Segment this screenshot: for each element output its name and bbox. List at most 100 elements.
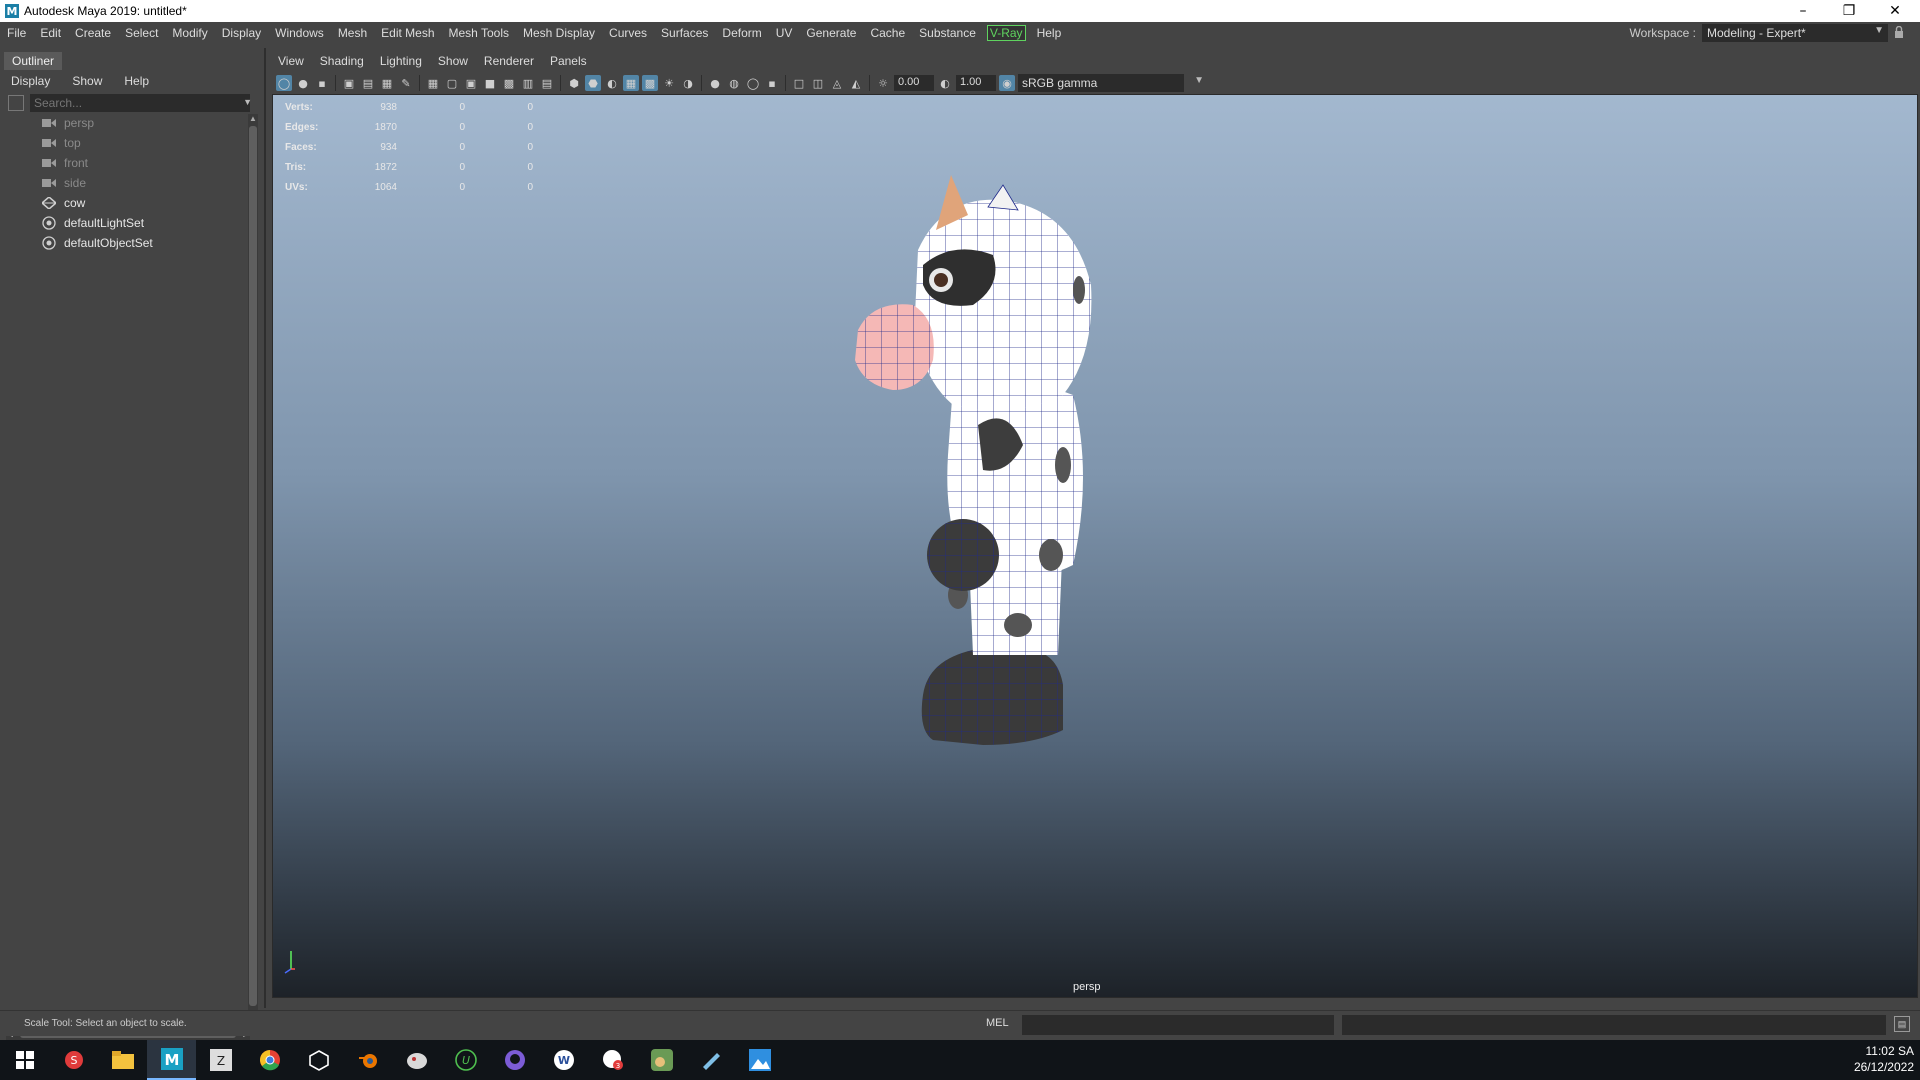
shadows-icon[interactable]: ◑	[680, 75, 696, 91]
viewport-menu-shading[interactable]: Shading	[312, 52, 372, 70]
taskbar-app-github[interactable]	[490, 1040, 539, 1080]
menu-edit-mesh[interactable]: Edit Mesh	[374, 26, 441, 40]
taskbar-app-guitar[interactable]	[637, 1040, 686, 1080]
viewport-menu-view[interactable]: View	[270, 52, 312, 70]
menu-create[interactable]: Create	[68, 26, 118, 40]
two-d-pan-icon[interactable]: ▦	[379, 75, 395, 91]
resolution-gate-icon[interactable]: ▣	[463, 75, 479, 91]
mel-command-input[interactable]	[1022, 1015, 1334, 1035]
isolate-select-icon[interactable]: □	[791, 75, 807, 91]
outliner-menu-display[interactable]: Display	[0, 72, 61, 90]
outliner-menu-help[interactable]: Help	[113, 72, 160, 90]
viewport-menu-renderer[interactable]: Renderer	[476, 52, 542, 70]
outliner-node-persp[interactable]: persp	[6, 114, 94, 132]
ambient-occlusion-icon[interactable]: ●	[707, 75, 723, 91]
script-editor-icon[interactable]: ▤	[1894, 1016, 1910, 1032]
anti-aliasing-icon[interactable]: ◯	[745, 75, 761, 91]
menu-generate[interactable]: Generate	[799, 26, 863, 40]
xray-joints-icon[interactable]: ◬	[829, 75, 845, 91]
gamma-icon[interactable]: ◐	[937, 75, 953, 91]
textured-icon[interactable]: ▩	[642, 75, 658, 91]
taskbar-app-maya[interactable]: M	[147, 1040, 196, 1080]
viewport-menu-lighting[interactable]: Lighting	[372, 52, 430, 70]
menu-uv[interactable]: UV	[769, 26, 800, 40]
lights-icon[interactable]: ☀	[661, 75, 677, 91]
menu-surfaces[interactable]: Surfaces	[654, 26, 715, 40]
taskbar-app-photos[interactable]	[735, 1040, 784, 1080]
exposure-icon[interactable]: ☼	[875, 75, 891, 91]
taskbar-app-word[interactable]: W	[539, 1040, 588, 1080]
viewport-menu-show[interactable]: Show	[430, 52, 476, 70]
motion-blur-icon[interactable]: ◍	[726, 75, 742, 91]
camera-attributes-icon[interactable]: ▣	[341, 75, 357, 91]
outliner-node-side[interactable]: side	[6, 174, 86, 192]
menu-mesh-display[interactable]: Mesh Display	[516, 26, 602, 40]
color-management-icon[interactable]: ◉	[999, 75, 1015, 91]
taskbar-app-notes[interactable]	[686, 1040, 735, 1080]
taskbar-app-chrome[interactable]	[245, 1040, 294, 1080]
taskbar-app-upwork[interactable]: U	[441, 1040, 490, 1080]
taskbar-app-messenger[interactable]: 3	[588, 1040, 637, 1080]
outliner-tab[interactable]: Outliner	[4, 52, 63, 70]
workspace-dropdown[interactable]: Modeling - Expert* ▼	[1702, 24, 1888, 42]
xray-icon[interactable]: ◫	[810, 75, 826, 91]
smooth-shade-icon[interactable]: ⬣	[585, 75, 601, 91]
safe-title-icon[interactable]: ▤	[539, 75, 555, 91]
scrollbar-thumb[interactable]	[249, 126, 257, 1006]
depth-of-field-icon[interactable]: ▪	[764, 75, 780, 91]
taskbar-app-substance[interactable]: S	[49, 1040, 98, 1080]
wireframe-icon[interactable]: ⬢	[566, 75, 582, 91]
menu-vray[interactable]: V-Ray	[986, 25, 1026, 41]
menu-edit[interactable]: Edit	[33, 26, 68, 40]
menu-select[interactable]: Select	[118, 26, 165, 40]
select-camera-icon[interactable]: ◯	[276, 75, 292, 91]
color-space-dropdown[interactable]: sRGB gamma ▼	[1018, 74, 1204, 92]
outliner-node-defaultobjectset[interactable]: defaultObjectSet	[6, 234, 153, 252]
outliner-node-defaultlightset[interactable]: defaultLightSet	[6, 214, 144, 232]
xray-components-icon[interactable]: ◭	[848, 75, 864, 91]
outliner-menu-show[interactable]: Show	[61, 72, 113, 90]
exposure-field[interactable]: 0.00	[894, 75, 934, 91]
film-gate-icon[interactable]: ▢	[444, 75, 460, 91]
taskbar-app-marmoset[interactable]	[392, 1040, 441, 1080]
menu-modify[interactable]: Modify	[165, 26, 214, 40]
mel-toggle-button[interactable]: MEL	[986, 1017, 1009, 1029]
gamma-field[interactable]: 1.00	[956, 75, 996, 91]
taskbar-app-zbrush[interactable]: Z	[196, 1040, 245, 1080]
taskbar-app-file-explorer[interactable]	[98, 1040, 147, 1080]
outliner-node-top[interactable]: top	[6, 134, 81, 152]
system-clock[interactable]: 11:02 SA 26/12/2022	[1854, 1043, 1914, 1075]
wireframe-on-shaded-icon[interactable]: ▦	[623, 75, 639, 91]
cow-mesh[interactable]	[833, 155, 1173, 755]
outliner-vertical-scrollbar[interactable]: ▲	[248, 114, 258, 1022]
grid-icon[interactable]: ▦	[425, 75, 441, 91]
menu-curves[interactable]: Curves	[602, 26, 654, 40]
taskbar-app-unity[interactable]	[294, 1040, 343, 1080]
menu-help[interactable]: Help	[1030, 26, 1069, 40]
menu-deform[interactable]: Deform	[715, 26, 768, 40]
bookmark-icon[interactable]: ▪	[314, 75, 330, 91]
restore-button[interactable]: ❐	[1826, 0, 1872, 22]
menu-cache[interactable]: Cache	[863, 26, 912, 40]
menu-substance[interactable]: Substance	[912, 26, 983, 40]
minimize-button[interactable]: –	[1780, 0, 1826, 22]
search-input[interactable]	[30, 94, 250, 112]
field-chart-icon[interactable]: ▩	[501, 75, 517, 91]
image-plane-icon[interactable]: ▤	[360, 75, 376, 91]
taskbar-app-blender[interactable]	[343, 1040, 392, 1080]
menu-display[interactable]: Display	[215, 26, 268, 40]
menu-windows[interactable]: Windows	[268, 26, 331, 40]
filter-icon[interactable]	[8, 95, 24, 111]
default-material-icon[interactable]: ◐	[604, 75, 620, 91]
gate-mask-icon[interactable]: ■	[482, 75, 498, 91]
start-button[interactable]	[0, 1040, 49, 1080]
menu-mesh[interactable]: Mesh	[331, 26, 374, 40]
grease-pencil-icon[interactable]: ✎	[398, 75, 414, 91]
chevron-down-icon[interactable]: ▼	[243, 97, 252, 107]
close-button[interactable]: ✕	[1872, 0, 1918, 22]
lock-icon[interactable]	[1894, 25, 1906, 40]
safe-action-icon[interactable]: ▥	[520, 75, 536, 91]
3d-viewport[interactable]: Verts: 938 0 0 Edges: 1870 0 0 Faces: 93…	[272, 94, 1918, 998]
menu-file[interactable]: File	[0, 26, 33, 40]
arrow-up-icon[interactable]: ▲	[249, 114, 257, 123]
